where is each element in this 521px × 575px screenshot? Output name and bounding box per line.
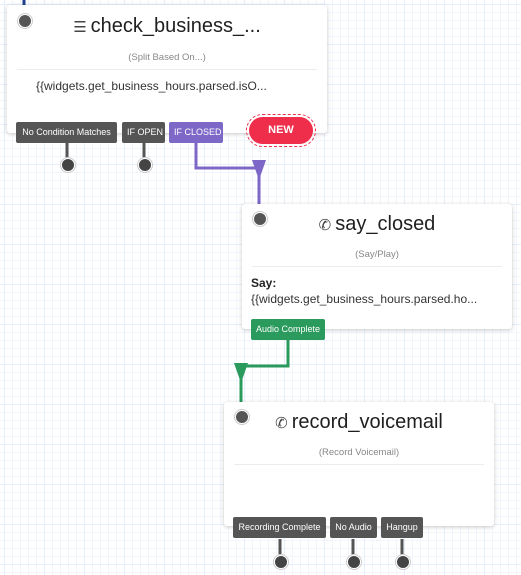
divider bbox=[252, 266, 502, 267]
widget-check-business[interactable]: ☰ check_business_... (Split Based On...) … bbox=[7, 5, 327, 133]
transition-recording-complete[interactable]: Recording Complete bbox=[233, 517, 326, 538]
say-label: Say: bbox=[251, 276, 277, 290]
widget-title: ☰ check_business_... bbox=[7, 15, 327, 38]
no-condition-port[interactable] bbox=[61, 158, 75, 172]
widget-record-voicemail[interactable]: ✆ record_voicemail (Record Voicemail) bbox=[224, 402, 494, 526]
transition-audio-complete[interactable]: Audio Complete bbox=[251, 319, 325, 340]
recording-complete-port[interactable] bbox=[274, 555, 288, 569]
widget-title-text: say_closed bbox=[335, 213, 436, 235]
transition-no-audio[interactable]: No Audio bbox=[330, 517, 377, 538]
audio-complete-arrow bbox=[234, 363, 248, 383]
if-closed-arrow bbox=[252, 160, 266, 180]
transition-hangup[interactable]: Hangup bbox=[381, 517, 423, 538]
widget-title: ✆ say_closed bbox=[242, 213, 512, 236]
new-transition-button[interactable]: NEW bbox=[246, 114, 316, 147]
no-audio-port[interactable] bbox=[347, 555, 361, 569]
widget-title-text: check_business_... bbox=[90, 15, 261, 37]
widget-body: {{widgets.get_business_hours.parsed.isO.… bbox=[36, 79, 267, 93]
widget-type: (Record Voicemail) bbox=[318, 447, 400, 458]
widget-say-closed[interactable]: ✆ say_closed (Say/Play) Say: {{widgets.ge… bbox=[242, 204, 512, 329]
if-closed-wire[interactable] bbox=[194, 143, 261, 210]
widget-title: ✆ record_voicemail bbox=[224, 411, 494, 434]
widget-type: (Say/Play) bbox=[355, 249, 399, 260]
phone-icon: ✆ bbox=[275, 415, 288, 432]
transition-if-open[interactable]: IF OPEN bbox=[122, 122, 165, 143]
transition-if-closed[interactable]: IF CLOSED bbox=[169, 122, 223, 143]
hangup-port[interactable] bbox=[396, 555, 410, 569]
if-open-port[interactable] bbox=[138, 158, 152, 172]
audio-complete-wire[interactable] bbox=[239, 340, 290, 408]
widget-type: (Split Based On...) bbox=[128, 52, 206, 63]
transition-no-condition-matches[interactable]: No Condition Matches bbox=[16, 122, 117, 143]
split-icon: ☰ bbox=[73, 19, 87, 36]
phone-icon: ✆ bbox=[318, 217, 332, 234]
divider bbox=[17, 69, 317, 70]
widget-title-text: record_voicemail bbox=[291, 411, 443, 433]
widget-body: {{widgets.get_business_hours.parsed.ho..… bbox=[251, 292, 478, 306]
divider bbox=[234, 464, 484, 465]
